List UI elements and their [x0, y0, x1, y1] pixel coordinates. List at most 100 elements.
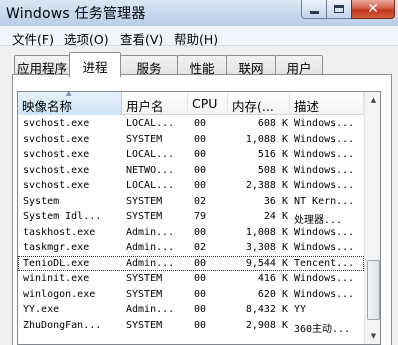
tab-processes[interactable]: 进程 — [69, 52, 121, 77]
description: Windows... — [294, 149, 355, 160]
process-row[interactable]: taskhost.exe Admin... 00 1,008 K Windows… — [18, 225, 364, 241]
cpu-value: 00 — [194, 133, 207, 145]
cpu-value: 00 — [194, 288, 207, 300]
user-name: Admin... — [126, 242, 175, 253]
user-name: LOCAL... — [126, 180, 175, 191]
description: Windows... — [294, 164, 355, 176]
column-header-user[interactable]: 用户名 — [122, 92, 188, 115]
cpu-value: 00 — [194, 319, 207, 331]
user-name: Admin... — [126, 257, 175, 269]
maximize-icon — [334, 5, 344, 13]
memory-value: 8,432 K — [245, 304, 288, 315]
description: Windows... — [294, 273, 355, 284]
user-name: SYSTEM — [126, 273, 163, 284]
minimize-icon — [309, 10, 319, 14]
tab-performance[interactable]: 性能 — [177, 55, 227, 76]
scrollbar-thumb[interactable] — [367, 260, 380, 320]
user-name: NETWO... — [126, 164, 175, 176]
window-title: Windows 任务管理器 — [6, 6, 146, 22]
tab-strip: 应用程序 进程 服务 性能 联网 用户 — [0, 52, 398, 77]
list-header: ▲ 映像名称 用户名 CPU 内存(... 描述 — [18, 92, 364, 115]
memory-value: 608 K — [257, 118, 288, 129]
cpu-value: 00 — [194, 304, 207, 315]
process-row[interactable]: ZhuDongFan... SYSTEM 00 2,908 K 360主动... — [18, 318, 364, 335]
cpu-value: 02 — [194, 242, 207, 253]
process-row[interactable]: taskmgr.exe Admin... 02 3,308 K Windows.… — [18, 240, 364, 256]
description: Windows... — [294, 118, 355, 129]
user-name: SYSTEM — [126, 195, 163, 207]
process-row-selected[interactable]: TenioDL.exe Admin... 00 9,544 K Tencent.… — [18, 255, 364, 271]
image-name: ZhuDongFan... — [23, 319, 102, 331]
cpu-value: 00 — [194, 149, 207, 160]
description: Windows... — [294, 180, 355, 191]
sort-ascending-icon: ▲ — [66, 92, 72, 97]
memory-value: 416 K — [257, 273, 288, 284]
column-header-cpu[interactable]: CPU — [188, 92, 228, 115]
close-button[interactable]: ✕ — [351, 0, 395, 19]
memory-value: 508 K — [257, 164, 288, 176]
process-row[interactable]: System SYSTEM 02 36 K NT Kern... — [18, 194, 364, 210]
description: Tencent... — [294, 257, 355, 269]
description: Windows... — [294, 242, 355, 253]
process-row[interactable]: svchost.exe LOCAL... 00 608 K Windows... — [18, 116, 364, 132]
cpu-value: 00 — [194, 164, 207, 176]
scroll-up-button[interactable]: ▲ — [366, 92, 380, 108]
image-name: taskhost.exe — [23, 226, 96, 238]
cpu-value: 00 — [194, 180, 207, 191]
image-name: svchost.exe — [23, 164, 90, 176]
description: Windows... — [294, 226, 355, 238]
description: Windows... — [294, 133, 355, 145]
memory-value: 24 K — [263, 211, 288, 222]
description: Windows... — [294, 288, 355, 300]
tab-users[interactable]: 用户 — [275, 55, 323, 76]
process-row[interactable]: System Idl... SYSTEM 79 24 K 处理器... — [18, 209, 364, 226]
user-name: SYSTEM — [126, 288, 163, 300]
column-header-label: 映像名称 — [22, 99, 73, 114]
column-header-description[interactable]: 描述 — [290, 92, 364, 115]
image-name: System Idl... — [23, 211, 102, 222]
image-name: svchost.exe — [23, 133, 90, 145]
user-name: Admin... — [126, 304, 175, 315]
process-row[interactable]: winlogon.exe SYSTEM 00 620 K Windows... — [18, 287, 364, 303]
vertical-scrollbar[interactable]: ▲ ▼ — [364, 92, 380, 344]
minimize-button[interactable] — [301, 0, 327, 19]
process-row[interactable]: svchost.exe SYSTEM 00 1,088 K Windows... — [18, 132, 364, 148]
tab-applications[interactable]: 应用程序 — [14, 55, 70, 76]
close-icon: ✕ — [367, 1, 379, 17]
title-bar[interactable]: Windows 任务管理器 ✕ — [0, 0, 398, 26]
memory-value: 2,388 K — [245, 180, 288, 191]
description: YY — [294, 304, 307, 315]
memory-value: 1,008 K — [245, 226, 288, 238]
maximize-button[interactable] — [326, 0, 352, 19]
tab-networking[interactable]: 联网 — [226, 55, 276, 76]
process-row[interactable]: svchost.exe LOCAL... 00 516 K Windows... — [18, 147, 364, 163]
user-name: SYSTEM — [126, 211, 163, 222]
chevron-down-icon: ▼ — [370, 332, 377, 340]
menu-bar: 文件(F) 选项(O) 查看(V) 帮助(H) — [0, 26, 398, 47]
chevron-up-icon: ▲ — [370, 96, 377, 104]
memory-value: 9,544 K — [245, 257, 288, 269]
image-name: TenioDL.exe — [23, 257, 90, 269]
user-name: SYSTEM — [126, 319, 163, 331]
memory-value: 36 K — [263, 195, 288, 207]
process-row[interactable]: svchost.exe LOCAL... 00 2,388 K Windows.… — [18, 178, 364, 194]
memory-value: 516 K — [257, 149, 288, 160]
image-name: svchost.exe — [23, 180, 90, 191]
process-list[interactable]: ▲ 映像名称 用户名 CPU 内存(... 描述 svchost.exe LOC… — [17, 91, 381, 345]
tab-services[interactable]: 服务 — [120, 55, 178, 76]
user-name: LOCAL... — [126, 149, 175, 160]
process-row[interactable]: svchost.exe NETWO... 00 508 K Windows... — [18, 163, 364, 179]
cpu-value: 00 — [194, 257, 207, 269]
image-name: winlogon.exe — [23, 288, 96, 300]
cpu-value: 02 — [194, 195, 207, 207]
column-header-image-name[interactable]: ▲ 映像名称 — [18, 92, 122, 115]
scroll-down-button[interactable]: ▼ — [366, 328, 380, 344]
image-name: svchost.exe — [23, 118, 90, 129]
column-header-memory[interactable]: 内存(... — [228, 92, 290, 115]
description: NT Kern... — [294, 195, 355, 207]
image-name: YY.exe — [23, 304, 60, 315]
process-row[interactable]: wininit.exe SYSTEM 00 416 K Windows... — [18, 271, 364, 287]
process-row[interactable]: YY.exe Admin... 00 8,432 K YY — [18, 302, 364, 318]
image-name: wininit.exe — [23, 273, 90, 284]
memory-value: 1,088 K — [245, 133, 288, 145]
